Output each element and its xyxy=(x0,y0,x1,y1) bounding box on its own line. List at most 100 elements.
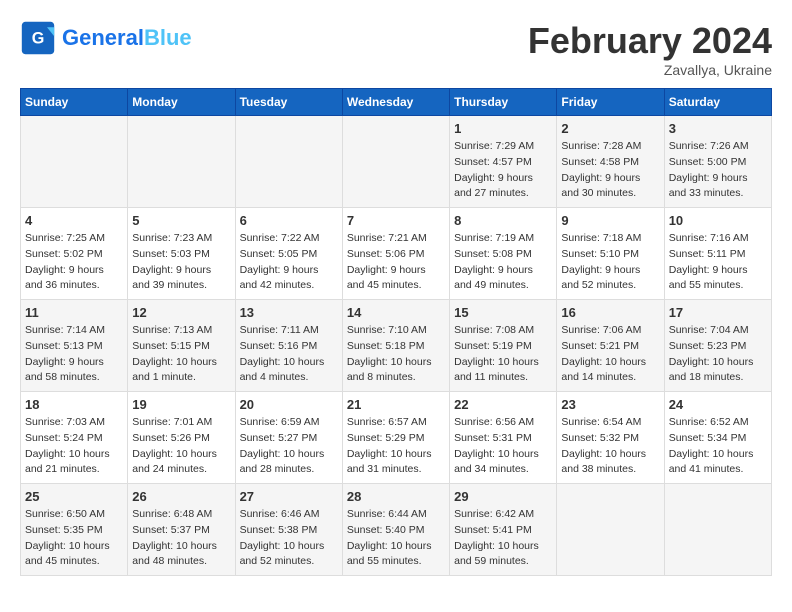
day-info: Sunrise: 7:21 AM Sunset: 5:06 PM Dayligh… xyxy=(347,231,445,294)
calendar-cell xyxy=(557,484,664,576)
calendar-cell: 26Sunrise: 6:48 AM Sunset: 5:37 PM Dayli… xyxy=(128,484,235,576)
calendar-cell: 16 Sunrise: 7:06 AM Sunset: 5:21 PM Dayli… xyxy=(557,300,664,392)
calendar-week-row: 11 Sunrise: 7:14 AM Sunset: 5:13 PM Dayli… xyxy=(21,300,772,392)
calendar-cell: 5 Sunrise: 7:23 AM Sunset: 5:03 PM Daylig… xyxy=(128,208,235,300)
day-info: Sunrise: 7:01 AM Sunset: 5:26 PM Dayligh… xyxy=(132,415,230,478)
calendar-cell: 15Sunrise: 7:08 AM Sunset: 5:19 PM Dayli… xyxy=(450,300,557,392)
day-number: 10 xyxy=(669,213,767,228)
logo-icon: G xyxy=(20,20,56,56)
calendar-cell: 24 Sunrise: 6:52 AM Sunset: 5:34 PM Dayli… xyxy=(664,392,771,484)
day-info: Sunrise: 7:18 AM Sunset: 5:10 PM Dayligh… xyxy=(561,231,659,294)
day-number: 8 xyxy=(454,213,552,228)
day-number: 28 xyxy=(347,489,445,504)
calendar-cell: 1Sunrise: 7:29 AM Sunset: 4:57 PM Daylig… xyxy=(450,116,557,208)
day-info: Sunrise: 7:28 AM Sunset: 4:58 PM Dayligh… xyxy=(561,139,659,202)
calendar-cell: 23 Sunrise: 6:54 AM Sunset: 5:32 PM Dayli… xyxy=(557,392,664,484)
day-info: Sunrise: 7:25 AM Sunset: 5:02 PM Dayligh… xyxy=(25,231,123,294)
calendar-cell: 10 Sunrise: 7:16 AM Sunset: 5:11 PM Dayli… xyxy=(664,208,771,300)
calendar-cell: 8Sunrise: 7:19 AM Sunset: 5:08 PM Daylig… xyxy=(450,208,557,300)
day-number: 4 xyxy=(25,213,123,228)
calendar-cell: 4 Sunrise: 7:25 AM Sunset: 5:02 PM Daylig… xyxy=(21,208,128,300)
day-info: Sunrise: 7:16 AM Sunset: 5:11 PM Dayligh… xyxy=(669,231,767,294)
day-info: Sunrise: 6:42 AM Sunset: 5:41 PM Dayligh… xyxy=(454,507,552,570)
day-number: 5 xyxy=(132,213,230,228)
svg-text:G: G xyxy=(32,29,45,47)
column-header-thursday: Thursday xyxy=(450,89,557,116)
title-area: February 2024 Zavallya, Ukraine xyxy=(528,20,772,78)
day-number: 11 xyxy=(25,305,123,320)
day-info: Sunrise: 7:08 AM Sunset: 5:19 PM Dayligh… xyxy=(454,323,552,386)
day-number: 17 xyxy=(669,305,767,320)
calendar-cell: 6Sunrise: 7:22 AM Sunset: 5:05 PM Daylig… xyxy=(235,208,342,300)
calendar-cell: 19 Sunrise: 7:01 AM Sunset: 5:26 PM Dayli… xyxy=(128,392,235,484)
day-number: 19 xyxy=(132,397,230,412)
calendar-header-row: SundayMondayTuesdayWednesdayThursdayFrid… xyxy=(21,89,772,116)
day-number: 3 xyxy=(669,121,767,136)
calendar-cell: 2 Sunrise: 7:28 AM Sunset: 4:58 PM Daylig… xyxy=(557,116,664,208)
page-header: G GeneralBlue February 2024 Zavallya, Uk… xyxy=(20,20,772,78)
day-info: Sunrise: 7:11 AM Sunset: 5:16 PM Dayligh… xyxy=(240,323,338,386)
logo: G GeneralBlue xyxy=(20,20,192,56)
calendar-cell: 22 Sunrise: 6:56 AM Sunset: 5:31 PM Dayli… xyxy=(450,392,557,484)
day-number: 6 xyxy=(240,213,338,228)
day-number: 22 xyxy=(454,397,552,412)
calendar-cell xyxy=(21,116,128,208)
day-info: Sunrise: 6:56 AM Sunset: 5:31 PM Dayligh… xyxy=(454,415,552,478)
calendar-cell: 17 Sunrise: 7:04 AM Sunset: 5:23 PM Dayli… xyxy=(664,300,771,392)
column-header-friday: Friday xyxy=(557,89,664,116)
day-number: 25 xyxy=(25,489,123,504)
day-info: Sunrise: 6:46 AM Sunset: 5:38 PM Dayligh… xyxy=(240,507,338,570)
calendar-week-row: 1Sunrise: 7:29 AM Sunset: 4:57 PM Daylig… xyxy=(21,116,772,208)
day-info: Sunrise: 7:13 AM Sunset: 5:15 PM Dayligh… xyxy=(132,323,230,386)
calendar-week-row: 25 Sunrise: 6:50 AM Sunset: 5:35 PM Dayli… xyxy=(21,484,772,576)
day-info: Sunrise: 7:26 AM Sunset: 5:00 PM Dayligh… xyxy=(669,139,767,202)
column-header-wednesday: Wednesday xyxy=(342,89,449,116)
day-number: 20 xyxy=(240,397,338,412)
calendar-week-row: 4 Sunrise: 7:25 AM Sunset: 5:02 PM Daylig… xyxy=(21,208,772,300)
day-number: 7 xyxy=(347,213,445,228)
calendar-cell xyxy=(664,484,771,576)
calendar-cell: 7 Sunrise: 7:21 AM Sunset: 5:06 PM Daylig… xyxy=(342,208,449,300)
day-info: Sunrise: 6:48 AM Sunset: 5:37 PM Dayligh… xyxy=(132,507,230,570)
column-header-sunday: Sunday xyxy=(21,89,128,116)
day-info: Sunrise: 7:29 AM Sunset: 4:57 PM Dayligh… xyxy=(454,139,552,202)
day-number: 27 xyxy=(240,489,338,504)
day-info: Sunrise: 7:06 AM Sunset: 5:21 PM Dayligh… xyxy=(561,323,659,386)
calendar-cell xyxy=(128,116,235,208)
day-info: Sunrise: 6:54 AM Sunset: 5:32 PM Dayligh… xyxy=(561,415,659,478)
calendar-cell: 25 Sunrise: 6:50 AM Sunset: 5:35 PM Dayli… xyxy=(21,484,128,576)
day-number: 29 xyxy=(454,489,552,504)
calendar-cell: 12Sunrise: 7:13 AM Sunset: 5:15 PM Dayli… xyxy=(128,300,235,392)
calendar-week-row: 18 Sunrise: 7:03 AM Sunset: 5:24 PM Dayli… xyxy=(21,392,772,484)
day-number: 13 xyxy=(240,305,338,320)
logo-text: GeneralBlue xyxy=(62,25,192,51)
day-info: Sunrise: 6:57 AM Sunset: 5:29 PM Dayligh… xyxy=(347,415,445,478)
day-info: Sunrise: 7:14 AM Sunset: 5:13 PM Dayligh… xyxy=(25,323,123,386)
day-number: 24 xyxy=(669,397,767,412)
day-info: Sunrise: 7:23 AM Sunset: 5:03 PM Dayligh… xyxy=(132,231,230,294)
calendar-cell: 3 Sunrise: 7:26 AM Sunset: 5:00 PM Daylig… xyxy=(664,116,771,208)
day-info: Sunrise: 7:10 AM Sunset: 5:18 PM Dayligh… xyxy=(347,323,445,386)
day-number: 18 xyxy=(25,397,123,412)
calendar-cell: 27 Sunrise: 6:46 AM Sunset: 5:38 PM Dayli… xyxy=(235,484,342,576)
calendar-cell: 9Sunrise: 7:18 AM Sunset: 5:10 PM Daylig… xyxy=(557,208,664,300)
calendar-cell: 29 Sunrise: 6:42 AM Sunset: 5:41 PM Dayli… xyxy=(450,484,557,576)
location: Zavallya, Ukraine xyxy=(528,62,772,78)
calendar-cell: 11 Sunrise: 7:14 AM Sunset: 5:13 PM Dayli… xyxy=(21,300,128,392)
column-header-saturday: Saturday xyxy=(664,89,771,116)
day-number: 16 xyxy=(561,305,659,320)
column-header-monday: Monday xyxy=(128,89,235,116)
calendar-table: SundayMondayTuesdayWednesdayThursdayFrid… xyxy=(20,88,772,576)
day-info: Sunrise: 7:04 AM Sunset: 5:23 PM Dayligh… xyxy=(669,323,767,386)
day-info: Sunrise: 7:03 AM Sunset: 5:24 PM Dayligh… xyxy=(25,415,123,478)
calendar-cell: 14 Sunrise: 7:10 AM Sunset: 5:18 PM Dayli… xyxy=(342,300,449,392)
column-header-tuesday: Tuesday xyxy=(235,89,342,116)
day-info: Sunrise: 6:52 AM Sunset: 5:34 PM Dayligh… xyxy=(669,415,767,478)
day-number: 23 xyxy=(561,397,659,412)
day-number: 2 xyxy=(561,121,659,136)
calendar-cell: 20Sunrise: 6:59 AM Sunset: 5:27 PM Dayli… xyxy=(235,392,342,484)
calendar-cell: 18 Sunrise: 7:03 AM Sunset: 5:24 PM Dayli… xyxy=(21,392,128,484)
day-number: 14 xyxy=(347,305,445,320)
month-title: February 2024 xyxy=(528,20,772,62)
day-info: Sunrise: 6:50 AM Sunset: 5:35 PM Dayligh… xyxy=(25,507,123,570)
